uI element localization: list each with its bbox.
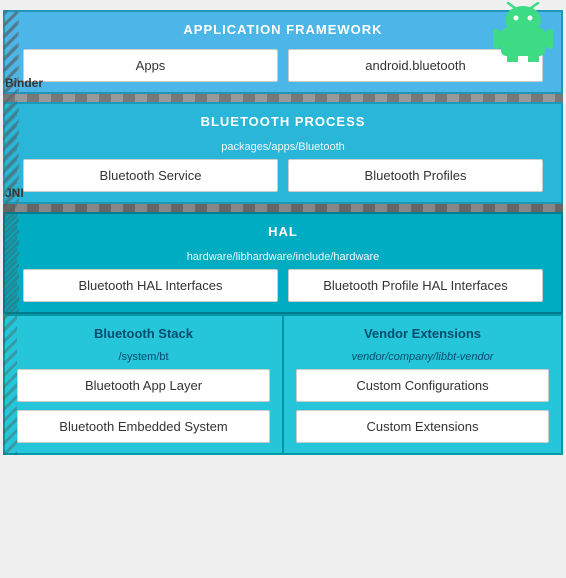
bt-process-section: BLUETOOTH PROCESS packages/apps/Bluetoot… <box>3 102 563 204</box>
app-framework-section: APPLICATION FRAMEWORK Apps android.bluet… <box>3 10 563 94</box>
vendor-ext-subtitle: vendor/company/libbt-vendor <box>292 351 553 363</box>
app-framework-cards: Apps android.bluetooth <box>13 49 553 82</box>
jni-divider: JNI <box>3 204 563 212</box>
android-logo <box>493 2 553 62</box>
bt-hal-interfaces-card: Bluetooth HAL Interfaces <box>23 269 278 302</box>
stripe-decoration-4 <box>3 10 17 455</box>
bt-profile-hal-interfaces-card: Bluetooth Profile HAL Interfaces <box>288 269 543 302</box>
main-container: APPLICATION FRAMEWORK Apps android.bluet… <box>3 10 563 455</box>
bt-process-subtitle: packages/apps/Bluetooth <box>13 141 553 153</box>
app-framework-title: APPLICATION FRAMEWORK <box>13 18 553 41</box>
bt-process-title: BLUETOOTH PROCESS <box>13 110 553 133</box>
vendor-ext-cards: Custom Configurations Custom Extensions <box>292 369 553 443</box>
apps-card: Apps <box>23 49 278 82</box>
custom-configurations-card: Custom Configurations <box>296 369 549 402</box>
bt-stack-subtitle: /system/bt <box>13 351 274 363</box>
bt-profiles-card: Bluetooth Profiles <box>288 159 543 192</box>
custom-extensions-card: Custom Extensions <box>296 410 549 443</box>
bottom-section: Bluetooth Stack /system/bt Bluetooth App… <box>3 314 563 455</box>
bt-process-cards: Bluetooth Service Bluetooth Profiles <box>13 159 553 192</box>
hal-title: HAL <box>13 220 553 243</box>
vendor-ext-section: Vendor Extensions vendor/company/libbt-v… <box>283 314 563 455</box>
bt-stack-section: Bluetooth Stack /system/bt Bluetooth App… <box>3 314 283 455</box>
hal-section: HAL hardware/libhardware/include/hardwar… <box>3 212 563 314</box>
bt-stack-cards: Bluetooth App Layer Bluetooth Embedded S… <box>13 369 274 443</box>
bt-app-layer-card: Bluetooth App Layer <box>17 369 270 402</box>
binder-divider: Binder <box>3 94 563 102</box>
bt-service-card: Bluetooth Service <box>23 159 278 192</box>
vendor-ext-title: Vendor Extensions <box>292 322 553 345</box>
hal-cards: Bluetooth HAL Interfaces Bluetooth Profi… <box>13 269 553 302</box>
bt-stack-title: Bluetooth Stack <box>13 322 274 345</box>
bt-embedded-system-card: Bluetooth Embedded System <box>17 410 270 443</box>
hal-subtitle: hardware/libhardware/include/hardware <box>13 251 553 263</box>
